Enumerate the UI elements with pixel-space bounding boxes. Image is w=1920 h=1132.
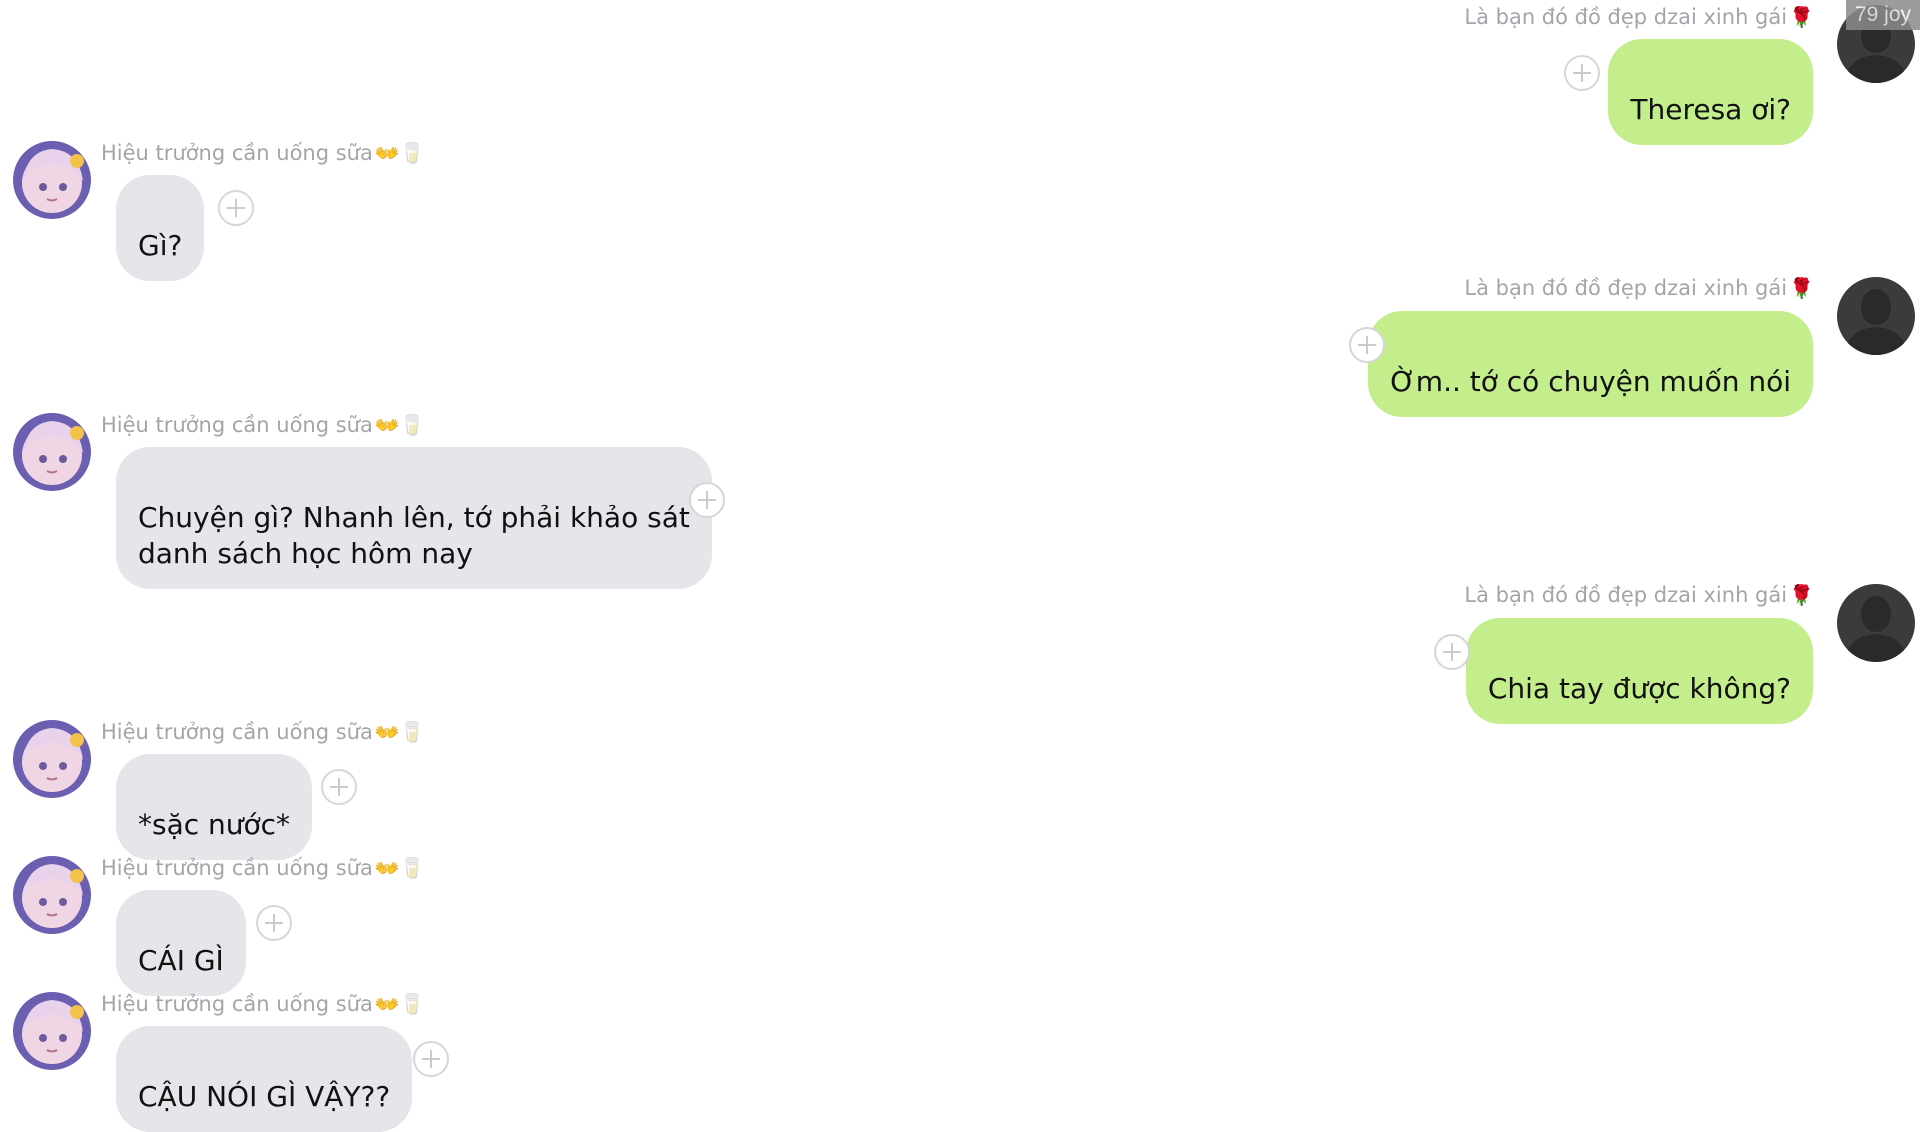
anime-girl-avatar-icon — [13, 720, 91, 798]
sender-name: Là bạn đó đồ đẹp dzai xinh gái 🌹 — [1464, 583, 1814, 607]
avatar[interactable] — [1837, 584, 1915, 662]
sender-emoji: 👐🥛 — [374, 856, 425, 880]
sender-emoji: 👐🥛 — [374, 413, 425, 437]
message-text: Theresa ơi? — [1630, 93, 1791, 126]
sender-emoji: 👐🥛 — [374, 720, 425, 744]
message-incoming: Hiệu trưởng cần uống sữa 👐🥛 *sặc nước* — [0, 709, 1920, 860]
avatar[interactable] — [13, 141, 91, 219]
avatar[interactable] — [13, 992, 91, 1070]
sender-name: Hiệu trưởng cần uống sữa 👐🥛 — [101, 992, 425, 1016]
message-text: Chuyện gì? Nhanh lên, tớ phải khảo sát d… — [138, 501, 690, 570]
add-reaction-button[interactable] — [1564, 55, 1600, 91]
avatar[interactable] — [13, 856, 91, 934]
add-reaction-button[interactable] — [689, 482, 725, 518]
avatar[interactable] — [13, 720, 91, 798]
sender-name: Là bạn đó đồ đẹp dzai xinh gái 🌹 — [1464, 276, 1814, 300]
sender-name: Hiệu trưởng cần uống sữa 👐🥛 — [101, 141, 425, 165]
message-outgoing: Là bạn đó đồ đẹp dzai xinh gái 🌹 Theresa … — [0, 0, 1920, 145]
message-incoming: Hiệu trưởng cần uống sữa 👐🥛 Gì? — [0, 130, 1920, 281]
message-text: CẬU NÓI GÌ VẬY?? — [138, 1080, 391, 1113]
message-text: Ờm.. tớ có chuyện muốn nói — [1390, 365, 1791, 398]
add-reaction-button[interactable] — [413, 1041, 449, 1077]
sender-emoji: 🌹 — [1789, 583, 1814, 607]
sender-emoji: 👐🥛 — [374, 992, 425, 1016]
message-bubble[interactable]: CẬU NÓI GÌ VẬY?? — [116, 1026, 413, 1132]
default-user-silhouette-icon — [1837, 277, 1915, 355]
add-reaction-button[interactable] — [218, 190, 254, 226]
message-text: CÁI GÌ — [138, 944, 224, 977]
sender-emoji: 👐🥛 — [374, 141, 425, 165]
add-reaction-button[interactable] — [256, 905, 292, 941]
message-text: *sặc nước* — [138, 808, 291, 841]
message-outgoing: Là bạn đó đồ đẹp dzai xinh gái 🌹 Ờm.. tớ … — [0, 271, 1920, 417]
anime-girl-avatar-icon — [13, 141, 91, 219]
add-reaction-button[interactable] — [1434, 634, 1470, 670]
anime-girl-avatar-icon — [13, 413, 91, 491]
sender-emoji: 🌹 — [1789, 276, 1814, 300]
add-reaction-button[interactable] — [321, 769, 357, 805]
avatar[interactable] — [1837, 277, 1915, 355]
message-text: Gì? — [138, 229, 183, 262]
default-user-silhouette-icon — [1837, 584, 1915, 662]
sender-name: Là bạn đó đồ đẹp dzai xinh gái 🌹 — [1464, 5, 1814, 29]
avatar[interactable] — [13, 413, 91, 491]
message-text: Chia tay được không? — [1487, 672, 1791, 705]
sender-emoji: 🌹 — [1789, 5, 1814, 29]
sender-name: Hiệu trưởng cần uống sữa 👐🥛 — [101, 413, 425, 437]
chat-transcript: Là bạn đó đồ đẹp dzai xinh gái 🌹 Theresa … — [0, 0, 1920, 1132]
anime-girl-avatar-icon — [13, 992, 91, 1070]
message-incoming: Hiệu trưởng cần uống sữa 👐🥛 CẬU NÓI GÌ VẬ… — [0, 981, 1920, 1132]
watermark: 79 joy — [1846, 0, 1920, 30]
message-incoming: Hiệu trưởng cần uống sữa 👐🥛 Chuyện gì? Nh… — [0, 402, 1920, 589]
sender-name: Hiệu trưởng cần uống sữa 👐🥛 — [101, 856, 425, 880]
message-incoming: Hiệu trưởng cần uống sữa 👐🥛 CÁI GÌ — [0, 845, 1920, 996]
anime-girl-avatar-icon — [13, 856, 91, 934]
message-outgoing: Là bạn đó đồ đẹp dzai xinh gái 🌹 Chia tay… — [0, 578, 1920, 724]
message-bubble[interactable]: Chuyện gì? Nhanh lên, tớ phải khảo sát d… — [116, 447, 712, 589]
add-reaction-button[interactable] — [1349, 327, 1385, 363]
message-bubble[interactable]: Gì? — [116, 175, 205, 281]
sender-name: Hiệu trưởng cần uống sữa 👐🥛 — [101, 720, 425, 744]
